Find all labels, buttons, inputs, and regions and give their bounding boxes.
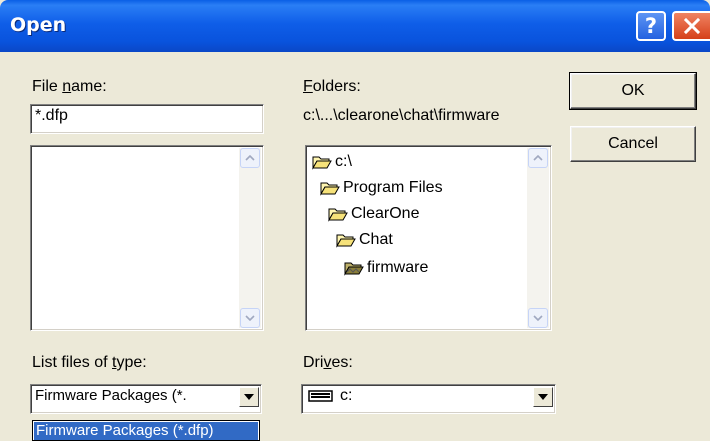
file-type-dropdown-button[interactable] (239, 387, 259, 407)
file-type-combo[interactable]: Firmware Packages (*. (30, 384, 262, 414)
chevron-down-icon (245, 315, 255, 321)
dropdown-arrow-icon (538, 394, 548, 400)
file-type-dropdown-list: Firmware Packages (*.dfp) (32, 420, 260, 441)
window-title: Open (10, 14, 67, 36)
close-button[interactable] (672, 11, 710, 41)
file-list-scroll-down-button[interactable] (240, 308, 260, 328)
file-type-option[interactable]: Firmware Packages (*.dfp) (34, 422, 258, 440)
folder-item-firmware[interactable]: firmware (344, 256, 428, 280)
open-folder-icon (312, 156, 332, 170)
drive-icon (308, 390, 333, 402)
folder-tree-scrollbar[interactable] (527, 148, 549, 328)
chevron-up-icon (245, 155, 255, 161)
open-folder-icon (328, 208, 348, 222)
folder-item-chat[interactable]: Chat (336, 228, 393, 252)
folder-tree-scroll-up-button[interactable] (528, 148, 548, 168)
folder-tree-scroll-down-button[interactable] (528, 308, 548, 328)
folder-item-program-files[interactable]: Program Files (320, 176, 443, 200)
file-list-scrollbar[interactable] (239, 148, 261, 328)
open-folder-icon (336, 234, 356, 248)
close-icon (683, 17, 701, 35)
chevron-down-icon (533, 315, 543, 321)
file-type-label: List files of type: (32, 354, 147, 371)
folder-tree[interactable]: c:\ Program Files ClearOne Chat firmware (305, 145, 552, 331)
open-folder-icon (320, 182, 340, 196)
folder-item-root[interactable]: c:\ (312, 150, 352, 174)
drives-combo[interactable]: c: (301, 384, 556, 414)
folder-item-clearone[interactable]: ClearOne (328, 202, 419, 226)
selected-folder-icon (344, 262, 364, 276)
cancel-button[interactable]: Cancel (570, 126, 696, 162)
file-type-value: Firmware Packages (*. (35, 387, 187, 404)
drives-dropdown-button[interactable] (533, 387, 553, 407)
file-name-input[interactable]: *.dfp (30, 104, 264, 134)
file-list-scroll-up-button[interactable] (240, 148, 260, 168)
current-folder-path: c:\...\clearone\chat\firmware (303, 107, 500, 124)
help-icon: ? (644, 14, 658, 38)
folders-label: Folders: (303, 78, 361, 95)
drives-label: Drives: (303, 354, 353, 371)
drives-value: c: (340, 387, 353, 404)
file-name-value: *.dfp (35, 107, 68, 124)
dropdown-arrow-icon (244, 394, 254, 400)
file-name-label: File name: (32, 78, 107, 95)
ok-button[interactable]: OK (569, 72, 697, 110)
help-button[interactable]: ? (636, 11, 666, 41)
chevron-up-icon (533, 155, 543, 161)
title-bar: Open ? (0, 0, 710, 52)
file-list[interactable] (30, 145, 264, 331)
